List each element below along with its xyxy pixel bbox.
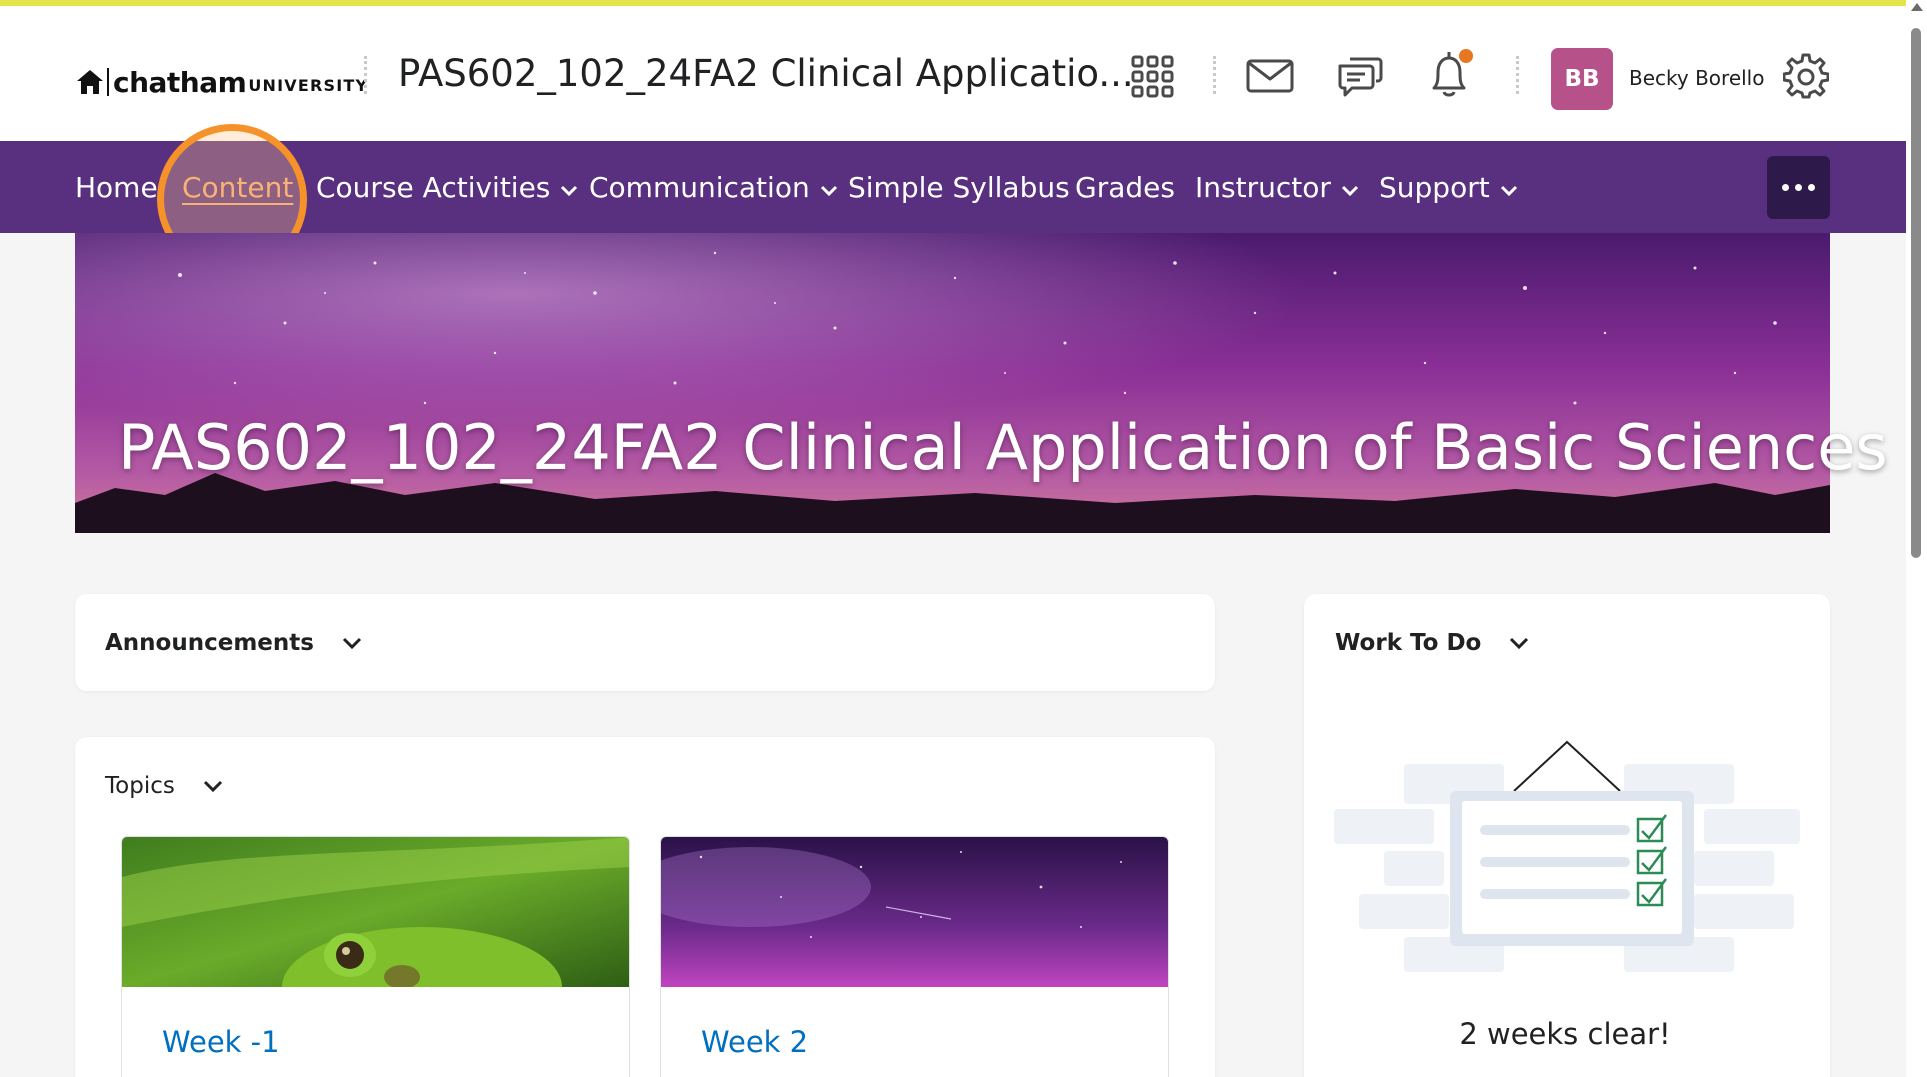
more-dot <box>1782 184 1789 191</box>
nav-grades[interactable]: Grades <box>1075 171 1175 204</box>
nav-simple-syllabus[interactable]: Simple Syllabus <box>848 171 1070 204</box>
app-grid-icon[interactable] <box>1130 54 1176 100</box>
nav-course-activities-label: Course Activities <box>316 171 551 204</box>
nav-communication[interactable]: Communication <box>589 171 838 204</box>
empty-checklist-illustration <box>1334 739 1800 983</box>
nav-simple-syllabus-label: Simple Syllabus <box>848 171 1070 204</box>
chevron-down-icon <box>820 171 838 204</box>
topic-image-night-sky <box>661 837 1168 987</box>
nav-home[interactable]: Home <box>75 171 158 204</box>
header: chatham UNIVERSITY PAS602_102_24FA2 Clin… <box>0 6 1906 141</box>
nav-support-label: Support <box>1379 171 1490 204</box>
work-to-do-title: Work To Do <box>1335 630 1482 656</box>
work-to-do-header[interactable]: Work To Do <box>1335 630 1529 656</box>
nav-home-label: Home <box>75 171 158 204</box>
nav-support[interactable]: Support <box>1379 171 1518 204</box>
announcements-title: Announcements <box>105 630 314 656</box>
user-name[interactable]: Becky Borello <box>1629 66 1764 90</box>
home-icon <box>76 69 104 95</box>
work-to-do-widget: Work To Do <box>1304 594 1830 1077</box>
header-divider <box>1516 56 1520 94</box>
logo-wordmark: chatham <box>113 65 247 99</box>
topics-header[interactable]: Topics <box>105 773 223 799</box>
chevron-down-icon <box>342 630 362 656</box>
chevron-down-icon <box>1500 171 1518 204</box>
announcements-widget: Announcements <box>75 594 1215 691</box>
header-divider <box>364 56 368 94</box>
nav-instructor[interactable]: Instructor <box>1195 171 1359 204</box>
course-navbar: Home Content Course Activities Communica… <box>0 141 1906 233</box>
notification-dot <box>1459 49 1473 63</box>
work-to-do-empty-message: 2 weeks clear! <box>1459 1017 1671 1051</box>
nav-content[interactable]: Content <box>182 171 293 204</box>
logo-suffix: UNIVERSITY <box>248 75 369 95</box>
chevron-down-icon <box>560 171 578 204</box>
announcements-header[interactable]: Announcements <box>105 630 362 656</box>
chevron-down-icon <box>1341 171 1359 204</box>
logo-divider <box>107 68 109 96</box>
chevron-down-icon <box>1509 630 1529 656</box>
nav-course-activities[interactable]: Course Activities <box>316 171 578 204</box>
topic-tile[interactable]: Week 2 <box>660 836 1169 1077</box>
scrollbar-thumb[interactable] <box>1911 28 1921 558</box>
header-divider <box>1213 56 1217 94</box>
avatar[interactable]: BB <box>1551 48 1613 110</box>
topics-title: Topics <box>105 773 175 799</box>
more-dot <box>1795 184 1802 191</box>
more-dot <box>1808 184 1815 191</box>
chevron-down-icon <box>203 773 223 799</box>
topic-week-minus-1-link[interactable]: Week -1 <box>162 1025 280 1059</box>
gear-icon[interactable] <box>1782 52 1830 100</box>
scroll-up-arrow-icon[interactable] <box>1911 3 1923 11</box>
banner-course-title: PAS602_102_24FA2 Clinical Application of… <box>118 411 1926 484</box>
topic-week-2-link[interactable]: Week 2 <box>701 1025 808 1059</box>
nav-content-label: Content <box>182 171 294 204</box>
course-title[interactable]: PAS602_102_24FA2 Clinical Applicatio... <box>398 52 1134 95</box>
course-banner-image <box>75 233 1830 533</box>
mail-icon[interactable] <box>1246 56 1294 96</box>
nav-communication-label: Communication <box>589 171 810 204</box>
more-options-button[interactable] <box>1767 156 1830 219</box>
nav-instructor-label: Instructor <box>1195 171 1331 204</box>
bell-icon[interactable] <box>1425 48 1475 102</box>
university-logo[interactable]: chatham UNIVERSITY <box>76 62 368 102</box>
chat-icon[interactable] <box>1335 50 1385 100</box>
nav-grades-label: Grades <box>1075 171 1175 204</box>
topic-image-frog <box>122 837 629 1047</box>
topic-tile[interactable]: Week -1 <box>121 836 630 1077</box>
